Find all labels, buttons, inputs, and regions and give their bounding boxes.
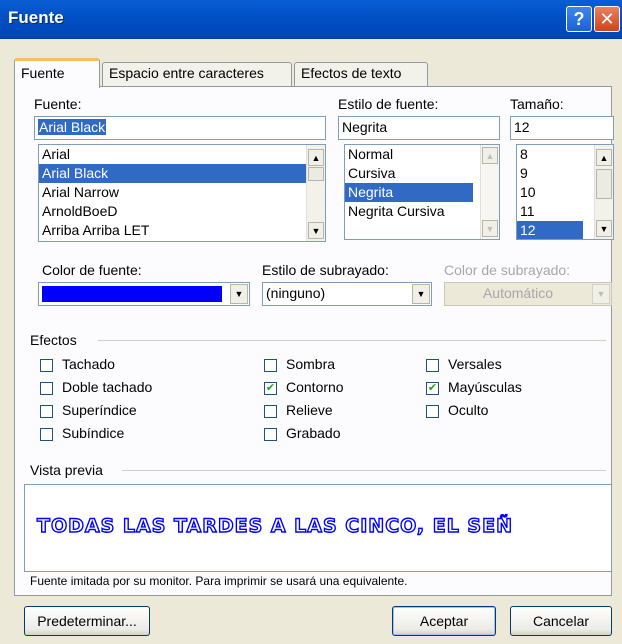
checkbox-box[interactable] <box>40 405 53 418</box>
font-input-value: Arial Black <box>38 119 107 135</box>
scroll-thumb[interactable] <box>308 167 324 181</box>
checkbox-label: Relieve <box>286 402 333 418</box>
checkbox-label: Superíndice <box>62 402 137 418</box>
style-input[interactable]: Negrita <box>338 116 500 140</box>
style-list-item[interactable]: Negrita <box>345 183 473 202</box>
style-list-item[interactable]: Negrita Cursiva <box>345 202 499 221</box>
cancel-button[interactable]: Cancelar <box>510 606 612 636</box>
checkbox-label: Subíndice <box>62 425 125 441</box>
checkbox-box[interactable] <box>264 428 277 441</box>
style-list-scrollbar[interactable]: ▲ ▼ <box>480 145 499 239</box>
font-list-item[interactable]: Arial Black <box>39 164 325 183</box>
checkmark-icon[interactable]: ✔ <box>426 382 439 395</box>
font-list-item[interactable]: Arial Narrow <box>39 183 325 202</box>
underline-style-label: Estilo de subrayado: <box>262 262 389 278</box>
underline-style-combo[interactable]: (ninguno) ▼ <box>262 282 432 306</box>
font-list-item[interactable]: Arriba Arriba LET <box>39 221 325 240</box>
scroll-down-icon[interactable]: ▼ <box>308 222 324 239</box>
checkbox-box[interactable] <box>40 428 53 441</box>
checkbox-label: Versales <box>448 356 502 372</box>
underline-color-value: Automático <box>482 285 554 301</box>
close-icon: ✕ <box>599 8 615 29</box>
font-list-item[interactable]: Arial <box>39 145 325 164</box>
help-icon: ? <box>573 8 585 29</box>
preview-group-title: Vista previa <box>30 462 107 478</box>
tab-label: Fuente <box>21 65 65 81</box>
style-list-item[interactable]: Normal <box>345 145 499 164</box>
close-button[interactable]: ✕ <box>594 6 620 32</box>
tab-efectos-de-texto[interactable]: Efectos de texto <box>294 62 428 86</box>
checkbox-label: Sombra <box>286 356 336 372</box>
style-list-item[interactable]: Cursiva <box>345 164 499 183</box>
font-label: Fuente: <box>34 96 82 112</box>
preview-text: TODAS LAS TARDES A LAS CINCO, EL SEÑ <box>36 514 513 537</box>
checkbox-box[interactable] <box>264 405 277 418</box>
underline-color-combo: Automático ▼ <box>444 282 612 306</box>
checkbox-box[interactable] <box>40 359 53 372</box>
checkbox-box[interactable] <box>40 382 53 395</box>
font-color-combo[interactable]: ▼ <box>38 282 250 306</box>
style-list[interactable]: Normal Cursiva Negrita Negrita Cursiva ▲… <box>344 144 500 240</box>
font-list-scrollbar[interactable]: ▲ ▼ <box>306 145 325 241</box>
checkbox-box[interactable] <box>426 405 439 418</box>
checkbox-box[interactable] <box>426 359 439 372</box>
size-list-item[interactable]: 12 <box>517 221 583 239</box>
font-list[interactable]: Arial Arial Black Arial Narrow ArnoldBoe… <box>38 144 326 242</box>
underline-style-value: (ninguno) <box>266 285 326 301</box>
ok-button[interactable]: Aceptar <box>392 606 496 636</box>
scroll-down-icon[interactable]: ▼ <box>482 220 498 237</box>
size-label: Tamaño: <box>510 96 564 112</box>
checkbox-label: Doble tachado <box>62 379 153 395</box>
size-list[interactable]: 8 9 10 11 12 ▲ ▼ <box>516 144 614 240</box>
checkbox-label: Tachado <box>62 356 115 372</box>
tab-fuente[interactable]: Fuente <box>14 58 100 88</box>
scroll-up-icon[interactable]: ▲ <box>596 149 612 166</box>
tab-espacio-entre-caracteres[interactable]: Espacio entre caracteres <box>102 62 292 86</box>
scroll-thumb[interactable] <box>596 169 612 199</box>
chevron-down-icon[interactable]: ▼ <box>230 284 248 304</box>
checkmark-icon[interactable]: ✔ <box>264 382 277 395</box>
checkbox-label: Oculto <box>448 402 489 418</box>
font-list-item[interactable]: ArnoldBoeD <box>39 202 325 221</box>
scroll-up-icon[interactable]: ▲ <box>482 147 498 164</box>
underline-color-label: Color de subrayado: <box>444 262 571 278</box>
style-input-value: Negrita <box>342 119 388 135</box>
scroll-down-icon[interactable]: ▼ <box>596 220 612 237</box>
checkbox-label: Contorno <box>286 379 344 395</box>
help-button[interactable]: ? <box>566 6 592 32</box>
default-button[interactable]: Predeterminar... <box>24 606 150 636</box>
font-color-swatch <box>42 286 222 302</box>
preview-box: TODAS LAS TARDES A LAS CINCO, EL SEÑ <box>24 484 612 572</box>
style-label: Estilo de fuente: <box>338 96 439 112</box>
tab-label: Efectos de texto <box>301 65 402 81</box>
preview-note: Fuente imitada por su monitor. Para impr… <box>30 574 408 588</box>
preview-group-line <box>122 470 606 471</box>
checkbox-box[interactable] <box>264 359 277 372</box>
scroll-up-icon[interactable]: ▲ <box>308 149 324 166</box>
window-title: Fuente <box>8 8 64 27</box>
checkbox-label: Grabado <box>286 425 341 441</box>
font-input[interactable]: Arial Black <box>34 116 326 140</box>
font-color-label: Color de fuente: <box>42 262 142 278</box>
size-input[interactable]: 12 <box>510 116 614 140</box>
chevron-down-icon[interactable]: ▼ <box>412 284 430 304</box>
tab-label: Espacio entre caracteres <box>109 65 264 81</box>
effects-group-line <box>98 340 606 341</box>
effects-group-title: Efectos <box>30 332 81 348</box>
font-dialog: Fuente ? ✕ Fuente Espacio entre caracter… <box>0 0 622 644</box>
checkbox-label: Mayúsculas <box>448 379 522 395</box>
size-list-scrollbar[interactable]: ▲ ▼ <box>594 145 613 239</box>
chevron-down-icon: ▼ <box>592 284 610 304</box>
size-input-value: 12 <box>514 119 530 135</box>
title-bar[interactable]: Fuente ? ✕ <box>0 0 622 39</box>
